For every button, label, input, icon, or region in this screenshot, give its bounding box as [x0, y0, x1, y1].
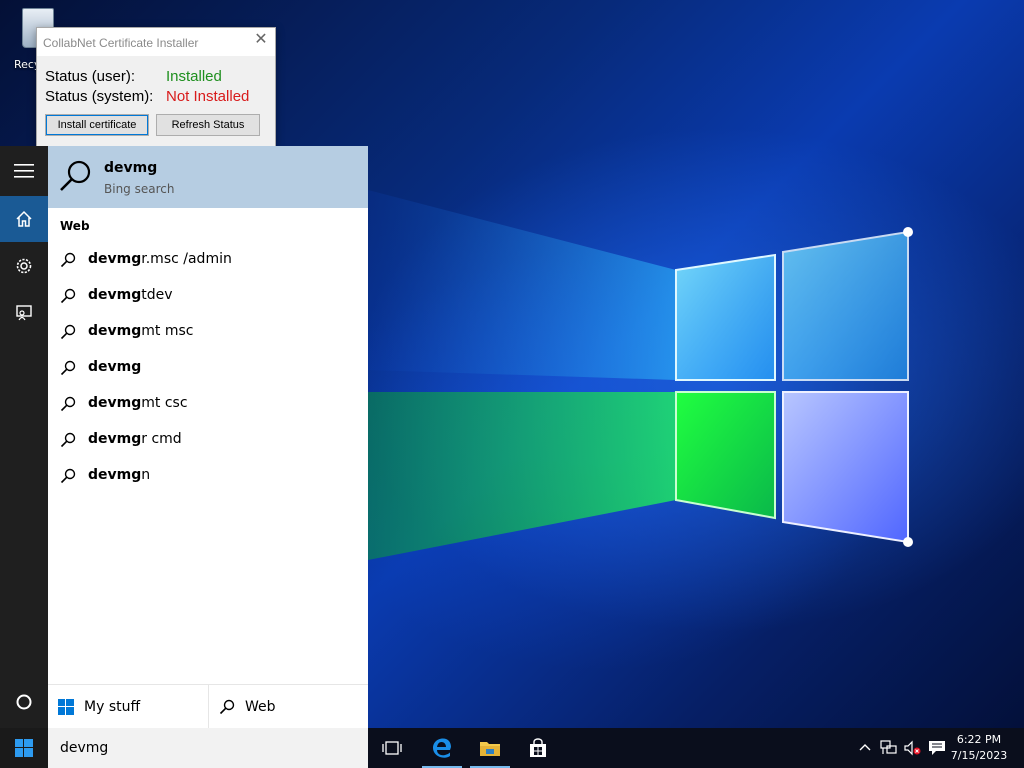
web-section-header: Web [60, 219, 90, 233]
start-button[interactable] [0, 728, 48, 768]
home-icon[interactable] [0, 196, 48, 242]
install-certificate-button[interactable]: Install certificate [45, 114, 149, 136]
suggestion-text: devmgmt csc [88, 395, 188, 411]
suggestion-rest-text: r.msc /admin [141, 251, 232, 267]
suggestion-rest-text: tdev [141, 287, 173, 303]
suggestion-match-text: devmg [88, 323, 142, 339]
search-icon [60, 252, 76, 272]
hamburger-menu-icon[interactable] [0, 148, 48, 194]
search-icon [60, 432, 76, 452]
my-stuff-filter-button[interactable]: My stuff [58, 685, 208, 729]
edge-icon[interactable] [418, 728, 466, 768]
web-suggestion-item[interactable]: devmg [48, 351, 368, 385]
web-label: Web [245, 699, 276, 715]
start-menu-rail [0, 146, 48, 728]
clock-time: 6:22 PM [956, 733, 1002, 746]
window-title: CollabNet Certificate Installer [43, 36, 199, 50]
windows-logo-icon [15, 739, 33, 757]
file-explorer-icon[interactable] [466, 728, 514, 768]
feedback-icon[interactable] [0, 290, 48, 336]
suggestion-text: devmgr.msc /admin [88, 251, 232, 267]
suggestion-text: devmgtdev [88, 287, 173, 303]
chevron-up-icon[interactable] [858, 740, 874, 756]
status-system-value: Not Installed [166, 88, 250, 105]
search-icon [60, 396, 76, 416]
suggestion-text: devmgn [88, 467, 150, 483]
status-system-row: Status (system): Not Installed [45, 88, 249, 105]
task-view-icon[interactable] [368, 728, 416, 768]
taskbar: devmg 6:22 PM 7/15/2023 [0, 728, 1024, 768]
status-user-value: Installed [166, 68, 222, 85]
my-stuff-label: My stuff [84, 699, 141, 715]
search-icon [60, 468, 76, 488]
status-system-label: Status (system): [45, 88, 154, 105]
suggestion-text: devmg [88, 359, 141, 375]
best-match-title: devmg [104, 160, 158, 176]
suggestion-match-text: devmg [88, 251, 142, 267]
search-results-panel: devmg Bing search Web devmgr.msc /admin d… [48, 146, 368, 729]
suggestion-match-text: devmg [88, 359, 142, 375]
suggestion-match-text: devmg [88, 467, 142, 483]
best-match-subtitle: Bing search [104, 182, 175, 196]
web-suggestion-item[interactable]: devmgtdev [48, 279, 368, 313]
status-user-row: Status (user): Installed [45, 68, 222, 85]
suggestion-match-text: devmg [88, 431, 142, 447]
store-icon[interactable] [514, 728, 562, 768]
search-icon [60, 288, 76, 308]
window-titlebar[interactable]: CollabNet Certificate Installer ✕ [37, 28, 275, 56]
suggestion-text: devmgmt msc [88, 323, 193, 339]
web-filter-button[interactable]: Web [208, 685, 369, 729]
network-icon[interactable] [880, 740, 897, 756]
search-icon [219, 699, 235, 715]
web-suggestion-item[interactable]: devmgr cmd [48, 423, 368, 457]
refresh-status-button[interactable]: Refresh Status [156, 114, 260, 136]
cortana-circle-icon[interactable] [0, 680, 48, 724]
search-icon [60, 324, 76, 344]
search-icon [60, 360, 76, 380]
suggestion-rest-text: mt csc [141, 395, 188, 411]
volume-muted-icon[interactable] [904, 740, 921, 756]
best-match-item[interactable]: devmg Bing search [48, 146, 368, 208]
web-suggestion-item[interactable]: devmgmt csc [48, 387, 368, 421]
clock-date: 7/15/2023 [950, 749, 1008, 762]
suggestion-rest-text: r cmd [141, 431, 182, 447]
suggestion-rest-text: mt msc [141, 323, 194, 339]
search-filters: My stuff Web [48, 684, 368, 729]
web-suggestion-item[interactable]: devmgr.msc /admin [48, 243, 368, 277]
suggestion-text: devmgr cmd [88, 431, 182, 447]
windows-logo-icon [58, 699, 74, 715]
close-icon[interactable]: ✕ [253, 32, 269, 48]
taskbar-search-box[interactable]: devmg [48, 728, 368, 768]
web-suggestion-item[interactable]: devmgn [48, 459, 368, 493]
suggestion-match-text: devmg [88, 287, 142, 303]
status-user-label: Status (user): [45, 68, 136, 85]
certificate-installer-window: CollabNet Certificate Installer ✕ Status… [36, 27, 276, 147]
taskbar-clock[interactable]: 6:22 PM 7/15/2023 [942, 732, 1016, 764]
suggestion-rest-text: n [141, 467, 151, 483]
suggestion-match-text: devmg [88, 395, 142, 411]
search-icon [58, 158, 94, 198]
search-query-text: devmg [60, 740, 109, 756]
web-suggestion-item[interactable]: devmgmt msc [48, 315, 368, 349]
gear-icon[interactable] [0, 243, 48, 289]
